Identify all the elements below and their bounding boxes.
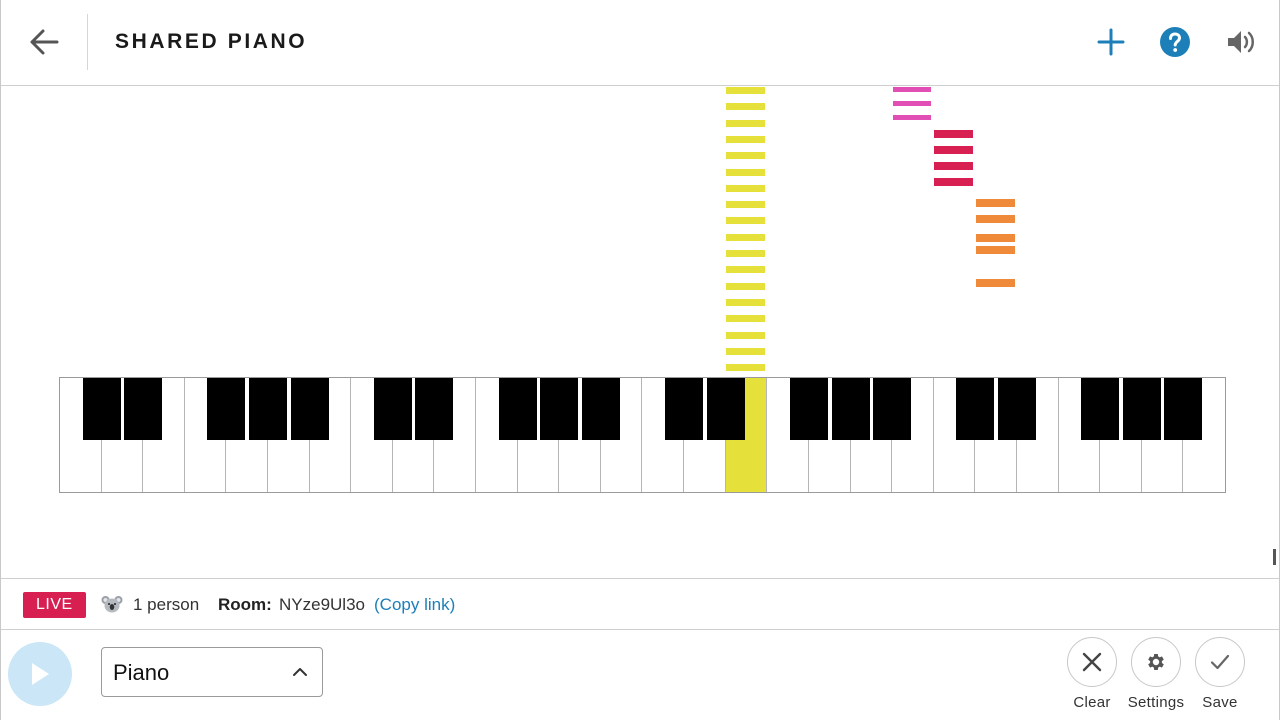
- status-bar: LIVE 1 person Room: NYze9Ul3o (Copy link…: [1, 578, 1279, 630]
- arrow-left-icon: [30, 29, 59, 55]
- black-key[interactable]: [831, 378, 870, 440]
- note-bar: [976, 246, 1015, 254]
- note-bar: [726, 250, 765, 257]
- note-bar: [893, 87, 931, 92]
- note-bar: [893, 101, 931, 106]
- note-bar: [726, 152, 765, 160]
- note-bar: [726, 364, 765, 372]
- black-key[interactable]: [290, 378, 329, 440]
- black-key[interactable]: [581, 378, 620, 440]
- note-bar: [934, 146, 973, 154]
- black-key[interactable]: [415, 378, 454, 440]
- black-key[interactable]: [789, 378, 828, 440]
- black-key[interactable]: [956, 378, 995, 440]
- koala-icon: [101, 596, 123, 613]
- play-icon: [32, 663, 49, 685]
- note-bar: [726, 168, 765, 176]
- note-bar: [726, 103, 765, 111]
- save-button[interactable]: [1195, 637, 1245, 687]
- page-title: SHARED PIANO: [115, 30, 308, 53]
- black-key[interactable]: [1122, 378, 1161, 440]
- black-key[interactable]: [540, 378, 579, 440]
- room-id: NYze9Ul3o: [279, 595, 365, 614]
- black-key[interactable]: [1081, 378, 1120, 440]
- note-bar: [726, 184, 765, 192]
- note-bar: [976, 279, 1015, 287]
- chevron-up-icon: [293, 668, 307, 676]
- black-key[interactable]: [207, 378, 246, 440]
- black-key[interactable]: [665, 378, 704, 440]
- app-window: SHARED PIANO LIVE 1 person Room: NYze9Ul…: [0, 0, 1280, 720]
- note-bar: [976, 215, 1015, 223]
- note-bar: [726, 201, 765, 209]
- check-icon: [1210, 654, 1230, 670]
- black-key[interactable]: [373, 378, 412, 440]
- note-bar: [726, 298, 765, 306]
- header-bar: SHARED PIANO: [1, 0, 1279, 86]
- note-bar: [726, 119, 765, 127]
- live-badge: LIVE: [23, 592, 86, 618]
- settings-button[interactable]: [1131, 637, 1181, 687]
- piano-stage: [1, 87, 1279, 577]
- sound-button[interactable]: [1223, 24, 1259, 60]
- note-bar: [726, 87, 765, 94]
- note-bar: [726, 217, 765, 225]
- black-key[interactable]: [706, 378, 745, 440]
- room-label: Room:: [218, 595, 272, 614]
- instrument-select[interactable]: Piano: [101, 647, 323, 697]
- help-button[interactable]: [1157, 24, 1193, 60]
- add-button[interactable]: [1093, 24, 1129, 60]
- clear-button[interactable]: [1067, 637, 1117, 687]
- instrument-value: Piano: [113, 660, 170, 685]
- copy-link[interactable]: (Copy link): [374, 595, 455, 615]
- note-bar: [934, 130, 973, 138]
- save-label: Save: [1202, 694, 1238, 711]
- note-bar: [726, 135, 765, 143]
- question-circle-icon: [1160, 27, 1190, 57]
- note-bar: [726, 282, 765, 290]
- plus-icon: [1097, 28, 1125, 56]
- scroll-handle[interactable]: [1273, 549, 1276, 565]
- speaker-icon: [1228, 31, 1254, 53]
- people-count: 1 person: [133, 595, 200, 614]
- note-bar: [893, 115, 931, 120]
- black-key[interactable]: [1164, 378, 1203, 440]
- black-key[interactable]: [82, 378, 121, 440]
- note-bar: [726, 233, 765, 241]
- note-bar: [726, 347, 765, 355]
- black-key[interactable]: [873, 378, 912, 440]
- note-bar: [934, 162, 973, 170]
- note-bar: [934, 178, 973, 186]
- play-button[interactable]: [8, 642, 72, 706]
- header-divider: [87, 14, 88, 70]
- note-bar: [976, 234, 1015, 242]
- gear-icon: [1148, 654, 1164, 670]
- black-key[interactable]: [124, 378, 163, 440]
- back-button[interactable]: [23, 22, 65, 62]
- note-bar: [726, 266, 765, 274]
- note-bar: [726, 315, 765, 323]
- black-key[interactable]: [997, 378, 1036, 440]
- black-key[interactable]: [498, 378, 537, 440]
- piano-keyboard: [59, 377, 1226, 493]
- close-icon: [1082, 652, 1102, 672]
- note-bar: [726, 331, 765, 339]
- note-bar: [976, 199, 1015, 207]
- black-key[interactable]: [249, 378, 288, 440]
